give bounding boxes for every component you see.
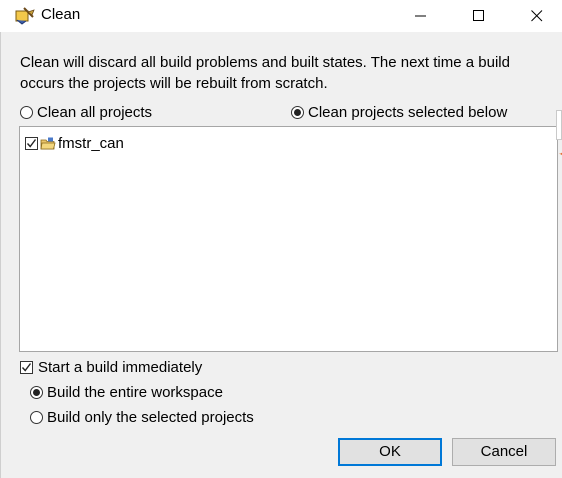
description-text: Clean will discard all build problems an… — [20, 54, 510, 92]
title-bar: Clean — [0, 0, 562, 32]
build-entire-option[interactable]: Build the entire workspace — [30, 384, 223, 401]
clean-all-option[interactable]: Clean all projects — [20, 104, 152, 121]
maximize-icon — [473, 10, 484, 21]
close-icon — [531, 10, 543, 22]
clean-all-radio[interactable] — [20, 106, 33, 119]
adjacent-window-mark: ✦ — [558, 146, 562, 162]
build-selected-option[interactable]: Build only the selected projects — [30, 409, 254, 426]
build-entire-radio[interactable] — [30, 386, 43, 399]
project-name: fmstr_can — [58, 135, 124, 152]
window-left-border — [0, 32, 1, 478]
minimize-button[interactable] — [398, 0, 444, 32]
build-entire-label: Build the entire workspace — [47, 384, 223, 401]
build-selected-label: Build only the selected projects — [47, 409, 254, 426]
checkmark-icon — [26, 139, 37, 148]
project-list[interactable]: fmstr_can — [19, 126, 558, 352]
maximize-button[interactable] — [456, 0, 502, 32]
project-folder-icon — [40, 137, 56, 149]
minimize-icon — [415, 15, 426, 17]
adjacent-window-edge — [556, 110, 562, 140]
build-selected-radio[interactable] — [30, 411, 43, 424]
clean-selected-label: Clean projects selected below — [308, 104, 508, 121]
window-title: Clean — [41, 6, 81, 23]
ok-button[interactable]: OK — [338, 438, 442, 466]
checkmark-icon — [21, 363, 32, 372]
close-button[interactable] — [514, 0, 560, 32]
start-build-checkbox[interactable] — [20, 361, 33, 374]
list-item[interactable]: fmstr_can — [25, 135, 124, 152]
clean-all-label: Clean all projects — [37, 104, 153, 121]
start-build-option[interactable]: Start a build immediately — [20, 359, 202, 376]
clean-selected-radio[interactable] — [291, 106, 304, 119]
project-checkbox[interactable] — [25, 137, 38, 150]
cancel-button[interactable]: Cancel — [452, 438, 556, 466]
clean-selected-option[interactable]: Clean projects selected below — [291, 104, 507, 121]
start-build-label: Start a build immediately — [38, 359, 203, 376]
clean-broom-icon — [15, 7, 35, 25]
